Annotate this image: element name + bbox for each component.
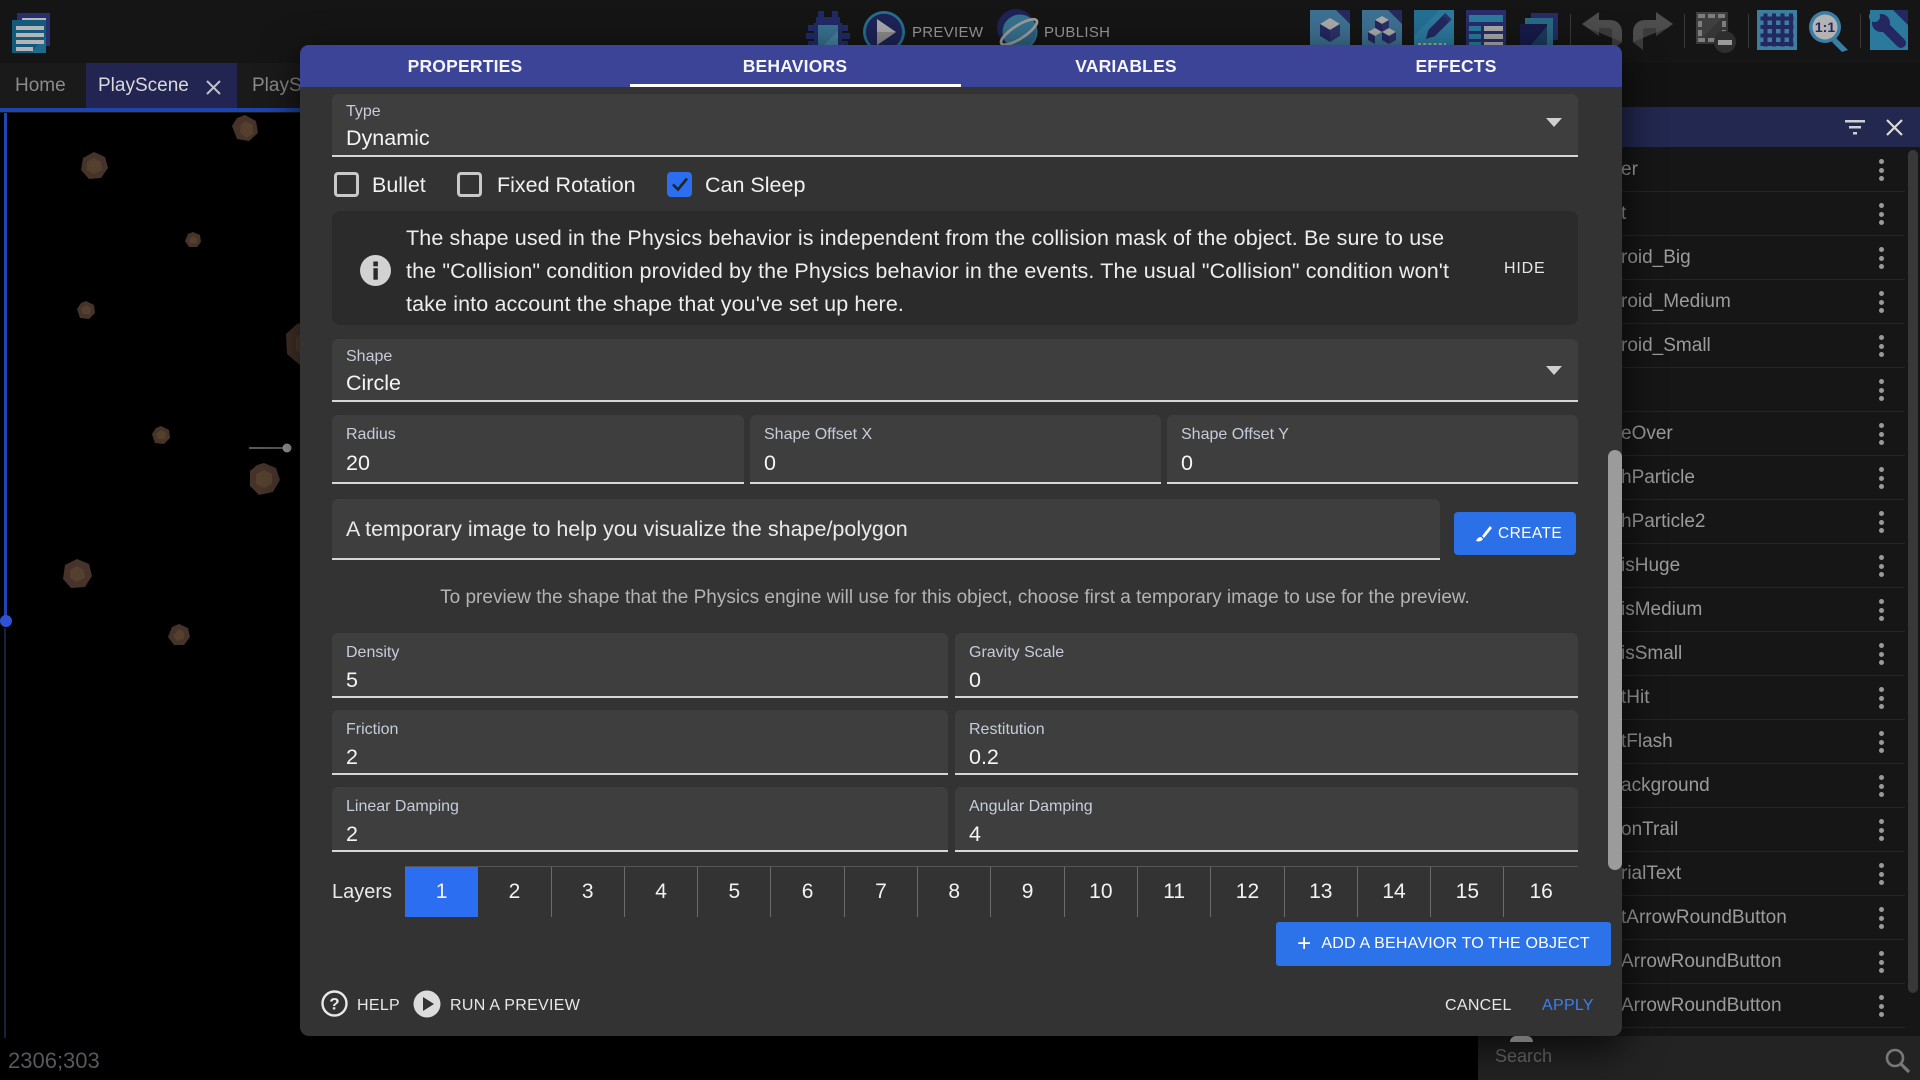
svg-text:1:1: 1:1 [1815,19,1835,35]
svg-text:?: ? [329,995,339,1014]
